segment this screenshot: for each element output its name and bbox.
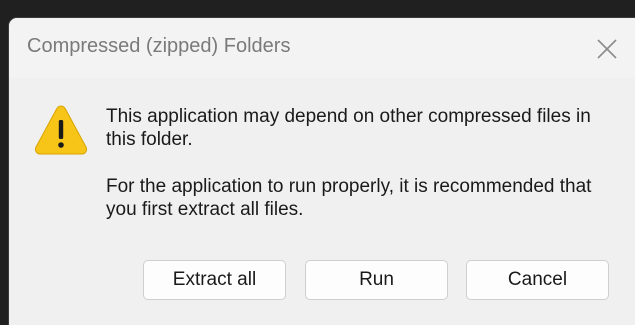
close-icon [597,39,617,59]
dialog-title: Compressed (zipped) Folders [27,35,291,57]
message-secondary: For the application to run properly, it … [106,176,592,220]
close-button[interactable] [592,34,622,64]
compressed-folders-dialog: Compressed (zipped) Folders This applica… [9,18,635,325]
dialog-titlebar: Compressed (zipped) Folders [9,18,635,78]
run-button[interactable]: Run [305,260,448,300]
extract-all-button[interactable]: Extract all [143,260,286,300]
cancel-button[interactable]: Cancel [466,260,609,300]
warning-icon [34,105,88,155]
message-primary: This application may depend on other com… [106,106,591,150]
dialog-content: This application may depend on other com… [9,78,635,325]
